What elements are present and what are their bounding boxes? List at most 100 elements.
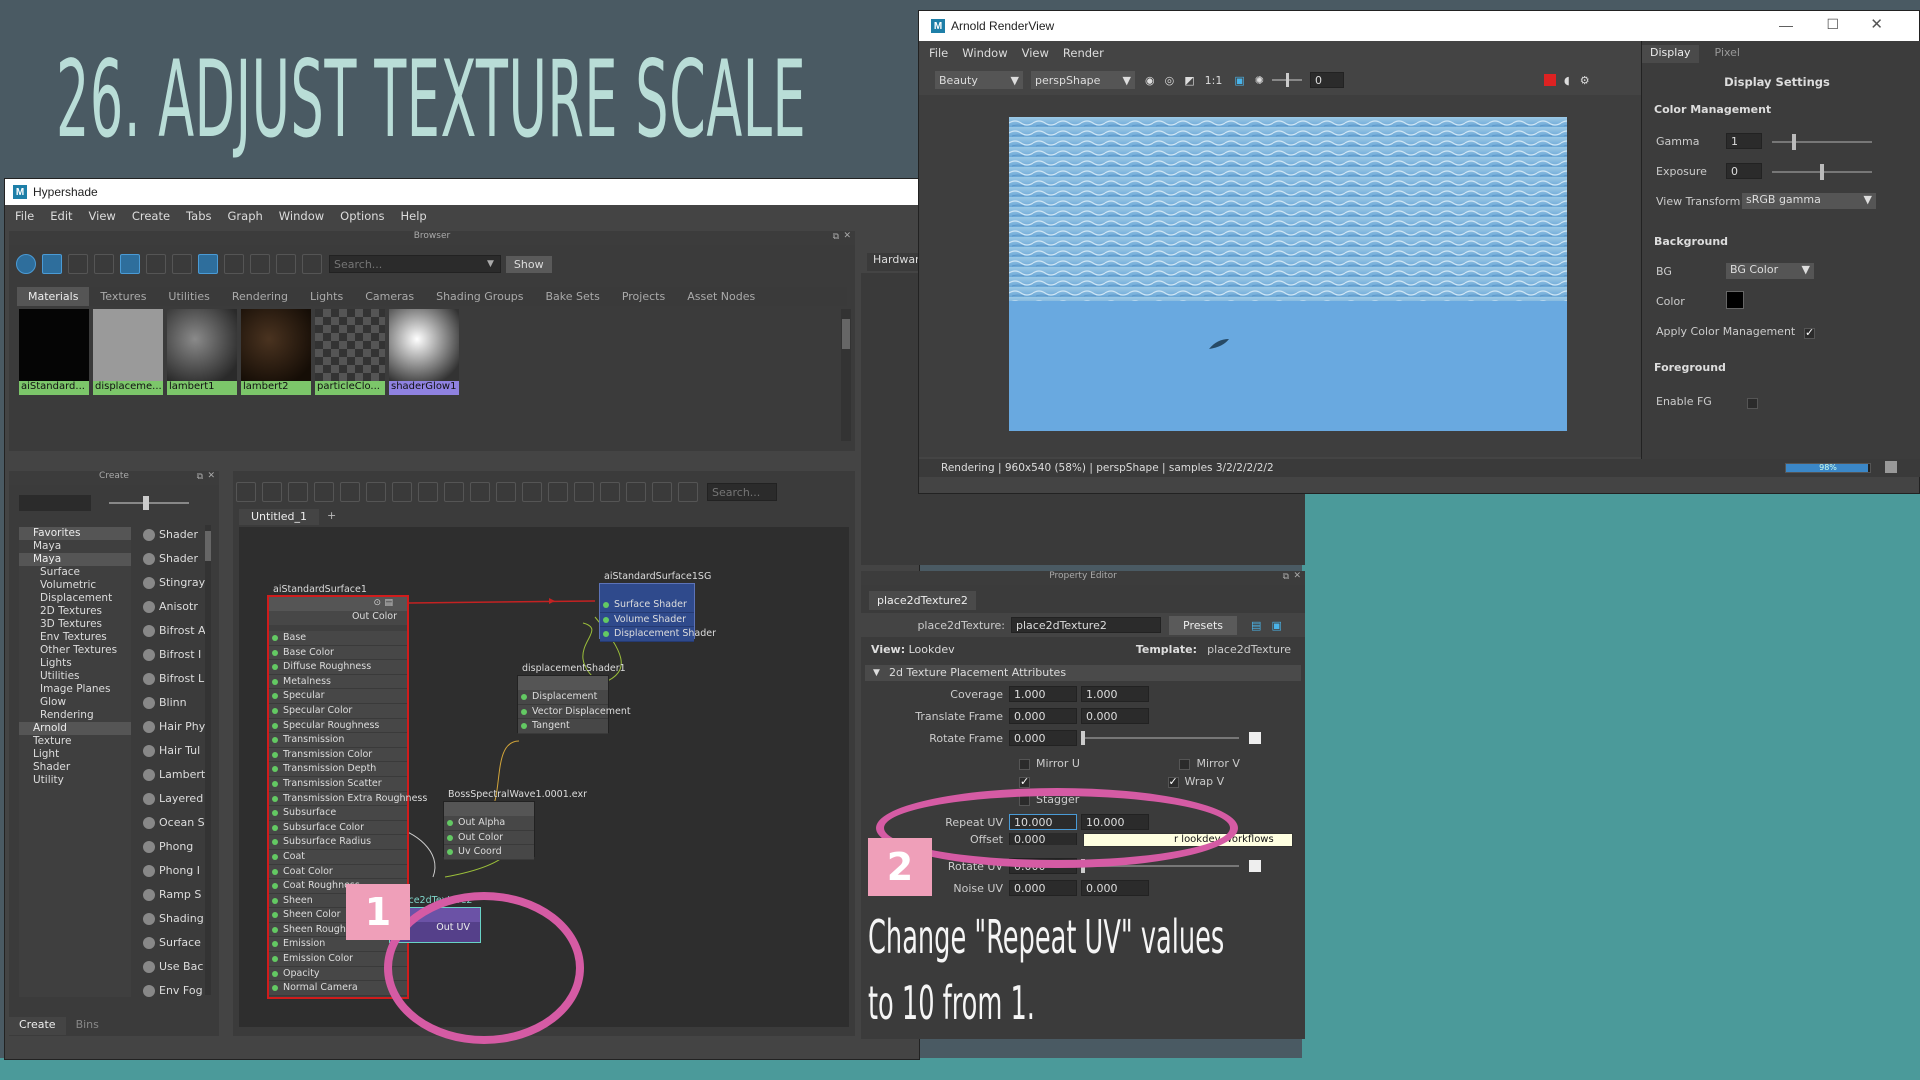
exposure-slider[interactable] xyxy=(1271,73,1302,87)
exposure-panel-slider[interactable] xyxy=(1772,164,1872,180)
tree-item-surface[interactable]: Surface xyxy=(19,566,131,579)
enable-fg-checkbox[interactable] xyxy=(1746,397,1758,409)
grid-view-icon[interactable] xyxy=(42,254,62,274)
tree-item-rendering[interactable]: Rendering xyxy=(19,709,131,722)
tab-create[interactable]: Create xyxy=(9,1017,66,1035)
attr-base[interactable]: Base xyxy=(269,631,407,646)
tree-item-texture[interactable]: Texture xyxy=(19,735,131,748)
close-panel-icon[interactable]: ✕ xyxy=(843,231,851,241)
pe-tab-place2d[interactable]: place2dTexture2 xyxy=(869,591,976,610)
tab-rendering[interactable]: Rendering xyxy=(221,287,299,306)
sg-attr-surface-shader[interactable]: Surface Shader xyxy=(600,598,694,613)
attr-specular-color[interactable]: Specular Color xyxy=(269,703,407,719)
sort-time-icon[interactable] xyxy=(250,254,270,274)
create-item-shader[interactable]: Shader xyxy=(137,547,207,571)
maximize-icon[interactable]: ☐ xyxy=(1826,16,1839,33)
attr-transmission-color[interactable]: Transmission Color xyxy=(269,747,407,763)
create-item-bifrost-i[interactable]: Bifrost I xyxy=(137,643,207,667)
node-name-field[interactable]: place2dTexture2 xyxy=(1011,617,1161,633)
tree-item-maya[interactable]: Maya xyxy=(19,553,131,566)
exposure-field[interactable]: 0 xyxy=(1726,163,1762,179)
create-item-ocean-s[interactable]: Ocean S xyxy=(137,811,207,835)
rotate-frame-field[interactable]: 0.000 xyxy=(1009,730,1077,746)
coverage-v-field[interactable]: 1.000 xyxy=(1081,686,1149,702)
create-item-bifrost-a[interactable]: Bifrost A xyxy=(137,619,207,643)
create-item-hair-tul[interactable]: Hair Tul xyxy=(137,739,207,763)
tree-item-displacement[interactable]: Displacement xyxy=(19,592,131,605)
create-list-scrollbar[interactable] xyxy=(205,525,211,995)
create-item-stingray[interactable]: Stingray xyxy=(137,571,207,595)
large-icon-view-icon[interactable] xyxy=(146,254,166,274)
material-thumb[interactable]: lambert1 xyxy=(167,309,237,395)
node-file-texture[interactable]: BossSpectralWave1.0001.exr Out Alpha Out … xyxy=(443,789,587,860)
attr-diffuse-roughness[interactable]: Diffuse Roughness xyxy=(269,660,407,675)
tree-item-other-textures[interactable]: Other Textures xyxy=(19,644,131,657)
attr-metalness[interactable]: Metalness xyxy=(269,674,407,690)
minimize-icon[interactable]: — xyxy=(1779,17,1793,33)
close-create-icon[interactable]: ✕ xyxy=(207,471,215,481)
menu-window[interactable]: Window xyxy=(279,209,324,223)
menu-graph[interactable]: Graph xyxy=(228,209,263,223)
attr-transmission-extra-roughness[interactable]: Transmission Extra Roughness xyxy=(269,791,427,807)
node-displacement-shader[interactable]: displacementShader1 Displacement Vector D… xyxy=(517,663,631,734)
disp-attr-vector-displacement[interactable]: Vector Displacement xyxy=(518,704,631,720)
snapshot-icon[interactable]: ◩ xyxy=(1184,74,1194,87)
rotate-frame-map-icon[interactable] xyxy=(1249,732,1261,744)
tree-item-env-textures[interactable]: Env Textures xyxy=(19,631,131,644)
browser-search-input[interactable] xyxy=(329,255,501,273)
gamma-field[interactable]: 1 xyxy=(1726,133,1762,149)
translate-frame-u-field[interactable]: 0.000 xyxy=(1009,708,1077,724)
attr-subsurface[interactable]: Subsurface xyxy=(269,806,407,821)
rv-menu-file[interactable]: File xyxy=(929,46,948,60)
list-view-icon[interactable] xyxy=(68,254,88,274)
snapshot-box-icon[interactable] xyxy=(1885,461,1897,473)
noise-u-field[interactable]: 0.000 xyxy=(1009,880,1077,896)
attr-transmission-depth[interactable]: Transmission Depth xyxy=(269,762,407,777)
render-region-icon[interactable]: ◉ xyxy=(1145,74,1155,87)
create-item-shading[interactable]: Shading xyxy=(137,907,207,931)
menu-options[interactable]: Options xyxy=(340,209,384,223)
file-attr-out-alpha[interactable]: Out Alpha xyxy=(444,816,534,831)
tree-item-utilities[interactable]: Utilities xyxy=(19,670,131,683)
attr-coat-color[interactable]: Coat Color xyxy=(269,864,407,880)
sg-attr-displacement-shader[interactable]: Displacement Shader xyxy=(600,627,716,642)
tree-item-lights[interactable]: Lights xyxy=(19,657,131,670)
focus-node-icon[interactable]: ▤ xyxy=(1251,619,1261,632)
create-item-ramp-s[interactable]: Ramp S xyxy=(137,883,207,907)
disp-attr-tangent[interactable]: Tangent xyxy=(518,719,608,734)
apply-cm-checkbox[interactable] xyxy=(1804,326,1815,339)
file-attr-uv-coord[interactable]: Uv Coord xyxy=(444,845,534,860)
view-value[interactable]: Lookdev xyxy=(909,643,955,656)
filter-icon[interactable] xyxy=(302,254,322,274)
tab-cameras[interactable]: Cameras xyxy=(354,287,425,306)
sg-attr-volume-shader[interactable]: Volume Shader xyxy=(600,612,694,628)
disp-attr-displacement[interactable]: Displacement xyxy=(518,690,608,705)
material-thumb[interactable]: shaderGlow1 xyxy=(389,309,459,395)
float-pe-icon[interactable]: ⧉ xyxy=(1283,572,1289,582)
tree-item-maya[interactable]: Maya xyxy=(19,540,131,553)
close-window-icon[interactable]: ✕ xyxy=(1870,15,1883,33)
menu-file[interactable]: File xyxy=(15,209,34,223)
show-button[interactable]: Show xyxy=(505,255,552,273)
tree-item-2d-textures[interactable]: 2D Textures xyxy=(19,605,131,618)
create-item-anisotr[interactable]: Anisotr xyxy=(137,595,207,619)
sort-icon[interactable] xyxy=(198,254,218,274)
attr-specular-roughness[interactable]: Specular Roughness xyxy=(269,718,407,734)
create-item-shader[interactable]: Shader xyxy=(137,523,207,547)
material-thumb[interactable]: lambert2 xyxy=(241,309,311,395)
attr-coat[interactable]: Coat xyxy=(269,849,407,865)
gamma-slider[interactable] xyxy=(1772,134,1872,150)
refresh-icon[interactable] xyxy=(276,254,296,274)
create-item-hair-phy[interactable]: Hair Phy xyxy=(137,715,207,739)
menu-tabs[interactable]: Tabs xyxy=(186,209,211,223)
node-swatch-toggle-icon[interactable]: ⊙ xyxy=(373,598,381,608)
settings-sun-icon[interactable]: ✺ xyxy=(1255,74,1264,87)
attr-specular[interactable]: Specular xyxy=(269,689,407,704)
create-item-blinn[interactable]: Blinn xyxy=(137,691,207,715)
tab-bake-sets[interactable]: Bake Sets xyxy=(535,287,611,306)
tree-item-image-planes[interactable]: Image Planes xyxy=(19,683,131,696)
tab-textures[interactable]: Textures xyxy=(89,287,157,306)
node-shading-group[interactable]: aiStandardSurface1SG Surface Shader Volum… xyxy=(599,571,716,642)
create-search-field[interactable] xyxy=(19,495,91,511)
exposure-box[interactable]: 0 xyxy=(1309,72,1344,88)
